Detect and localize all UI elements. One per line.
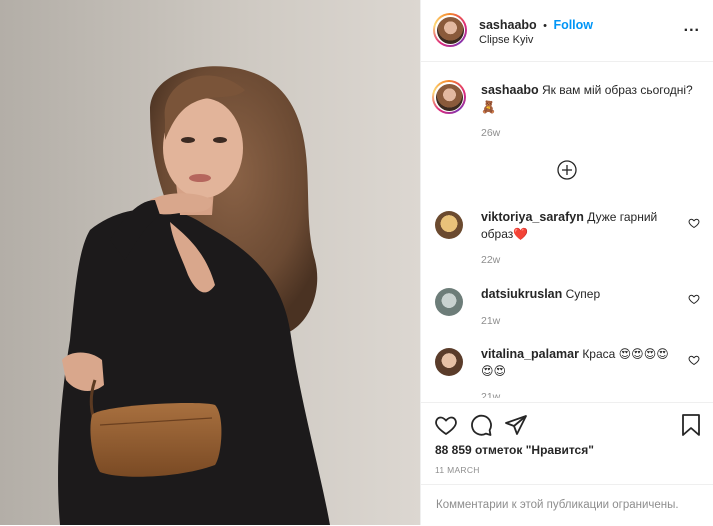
- author-line: sashaabo • Follow: [479, 16, 593, 34]
- post-sidebar: sashaabo • Follow Clipse Kyiv ... sashaa…: [420, 0, 713, 525]
- comment-text-block: viktoriya_sarafyn Дуже гарний образ❤️: [481, 209, 681, 243]
- author-username[interactable]: sashaabo: [479, 18, 537, 32]
- post-header: sashaabo • Follow Clipse Kyiv ...: [421, 0, 713, 62]
- caption-avatar[interactable]: [432, 80, 466, 114]
- comment-time[interactable]: 21w: [481, 313, 500, 330]
- comment-item: viktoriya_sarafyn Дуже гарний образ❤️ 22…: [435, 209, 700, 269]
- comment-text: Краса: [582, 347, 616, 361]
- comment-like-heart-icon[interactable]: [688, 293, 700, 305]
- comment-avatar[interactable]: [435, 288, 463, 316]
- more-icon[interactable]: ...: [684, 18, 700, 36]
- follow-button[interactable]: Follow: [553, 18, 593, 32]
- caption-text: Як вам мій образ сьогодні?: [542, 83, 693, 97]
- share-icon[interactable]: [504, 413, 528, 437]
- photo-illustration: [0, 0, 420, 525]
- comment-text: Супер: [565, 287, 601, 301]
- caption-emoji: 🧸: [481, 100, 496, 114]
- author-avatar[interactable]: [433, 13, 467, 47]
- comment-time[interactable]: 21w: [481, 389, 500, 398]
- caption-username[interactable]: sashaabo: [481, 83, 539, 97]
- post-photo[interactable]: [0, 0, 420, 525]
- separator-dot: •: [543, 20, 547, 32]
- comment-icon[interactable]: [469, 413, 493, 437]
- caption-time[interactable]: 26w: [481, 125, 500, 142]
- caption-text-block: sashaabo Як вам мій образ сьогодні? 🧸: [481, 82, 696, 116]
- likes-count[interactable]: 88 859 отметок "Нравится": [435, 443, 594, 457]
- comment-item: vitalina_palamar Краса 😍😍😍😍😍😍 21w: [435, 346, 700, 398]
- comment-text-block: vitalina_palamar Краса 😍😍😍😍😍😍: [481, 346, 681, 380]
- bookmark-icon[interactable]: [680, 413, 702, 437]
- comment-username[interactable]: vitalina_palamar: [481, 347, 579, 361]
- comment-like-heart-icon[interactable]: [688, 217, 700, 229]
- comments-disabled-notice: Комментарии к этой публикации ограничены…: [421, 484, 713, 525]
- comment-item: datsiukruslan Супер 21w: [435, 286, 700, 331]
- comment-username[interactable]: viktoriya_sarafyn: [481, 210, 584, 224]
- post-date[interactable]: 11 MARCH: [435, 465, 480, 475]
- heart-icon[interactable]: [434, 413, 458, 437]
- comment-time[interactable]: 22w: [481, 252, 500, 269]
- comment-emoji: ❤️: [513, 227, 529, 241]
- comment-like-heart-icon[interactable]: [688, 354, 700, 366]
- load-more-plus-icon[interactable]: [557, 160, 577, 180]
- comment-avatar[interactable]: [435, 348, 463, 376]
- comment-text-block: datsiukruslan Супер: [481, 286, 681, 303]
- comment-username[interactable]: datsiukruslan: [481, 287, 562, 301]
- post-caption: sashaabo Як вам мій образ сьогодні? 🧸 26…: [432, 80, 700, 142]
- author-avatar-image: [436, 16, 464, 44]
- post-location[interactable]: Clipse Kyiv: [479, 34, 533, 46]
- comment-avatar[interactable]: [435, 211, 463, 239]
